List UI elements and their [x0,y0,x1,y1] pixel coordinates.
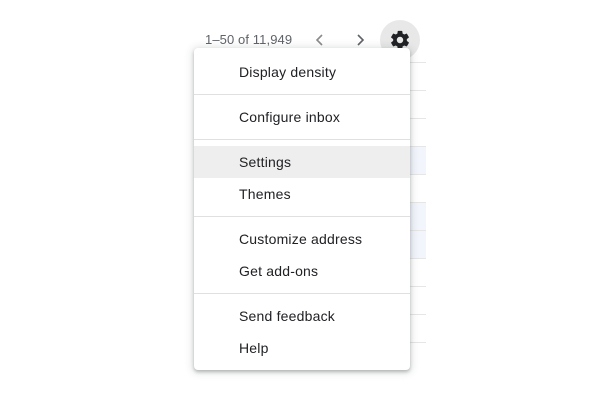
menu-divider [194,293,410,294]
menu-item-configure-inbox[interactable]: Configure inbox [194,101,410,133]
menu-divider [194,216,410,217]
menu-item-display-density[interactable]: Display density [194,56,410,88]
menu-item-settings[interactable]: Settings [194,146,410,178]
menu-divider [194,94,410,95]
menu-divider [194,139,410,140]
chevron-left-icon [315,34,323,46]
settings-dropdown-menu: Display density Configure inbox Settings… [194,48,410,370]
menu-item-customize-address[interactable]: Customize address [194,223,410,255]
chevron-right-icon [357,34,365,46]
menu-item-get-add-ons[interactable]: Get add-ons [194,255,410,287]
menu-item-send-feedback[interactable]: Send feedback [194,300,410,332]
menu-item-themes[interactable]: Themes [194,178,410,210]
pagination-range: 1–50 of 11,949 [205,32,293,47]
menu-item-help[interactable]: Help [194,332,410,364]
gmail-toolbar-region: 1–50 of 11,949 Display density Configure… [0,0,590,393]
